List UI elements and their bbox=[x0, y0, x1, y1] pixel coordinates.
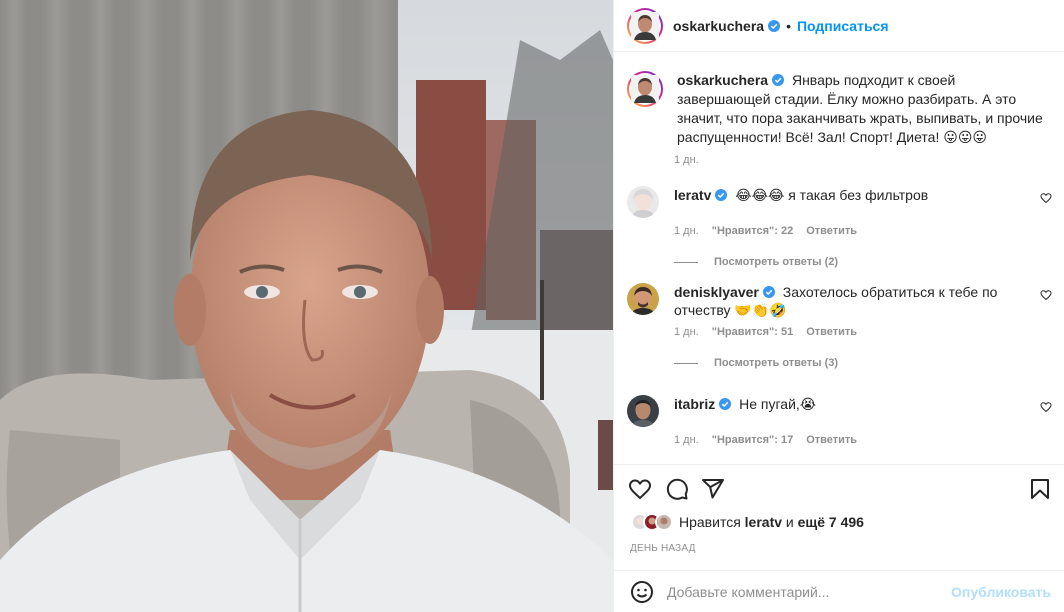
comment-like-count[interactable]: "Нравится": 51 bbox=[712, 326, 793, 338]
comment-avatar-image bbox=[627, 395, 659, 427]
comment-avatar-image bbox=[627, 186, 659, 218]
comment-avatar[interactable] bbox=[627, 283, 659, 315]
verified-badge-icon bbox=[762, 286, 775, 298]
comment-meta: 1 дн. "Нравится": 22 Ответить bbox=[674, 225, 1052, 237]
comment-like-heart-icon[interactable] bbox=[1040, 289, 1052, 301]
caption-username[interactable]: oskarkucherа bbox=[677, 72, 768, 88]
view-replies-button[interactable]: Посмотреть ответы (3) bbox=[674, 357, 1052, 369]
comment-meta: 1 дн. "Нравится": 51 Ответить bbox=[674, 326, 1052, 338]
comment-like-heart-icon[interactable] bbox=[1040, 401, 1052, 413]
liker-avatar bbox=[655, 513, 673, 531]
author-username[interactable]: oskarkucherа bbox=[673, 18, 764, 34]
selfie-image bbox=[0, 0, 613, 612]
likes-and: и bbox=[785, 514, 794, 530]
comment-time[interactable]: 1 дн. bbox=[674, 326, 699, 338]
separator-dot: • bbox=[786, 17, 791, 34]
caption-avatar-image bbox=[631, 75, 659, 103]
post-date[interactable]: ДЕНЬ НАЗАД bbox=[630, 543, 696, 554]
post-caption: oskarkucherа Январь подходит к своей зав… bbox=[627, 71, 1047, 166]
comment-icon bbox=[666, 478, 688, 500]
post-header: oskarkucherа • Подписаться bbox=[614, 0, 1064, 52]
comment-like-heart-icon[interactable] bbox=[1040, 192, 1052, 204]
caption-text-block: oskarkucherа Январь подходит к своей зав… bbox=[677, 71, 1043, 147]
publish-button[interactable]: Опубликовать bbox=[951, 584, 1051, 600]
comment-username[interactable]: itabriz bbox=[674, 396, 715, 412]
comment-like-count[interactable]: "Нравится": 17 bbox=[712, 434, 793, 446]
like-button[interactable] bbox=[628, 477, 652, 501]
comment-text: 😂😂😂 я такая без фильтров bbox=[735, 187, 929, 203]
comment-body: denisklyaver Захотелось обратиться к теб… bbox=[674, 283, 1014, 319]
comment-username[interactable]: denisklyaver bbox=[674, 284, 759, 300]
paper-plane-icon bbox=[702, 479, 724, 499]
author-avatar[interactable] bbox=[627, 7, 663, 44]
bookmark-icon bbox=[1031, 479, 1049, 499]
comment-avatar[interactable] bbox=[627, 186, 659, 218]
replies-divider-line bbox=[674, 362, 698, 364]
verified-badge-icon bbox=[768, 19, 781, 32]
view-replies-label: Посмотреть ответы (3) bbox=[714, 357, 839, 369]
liker-avatars bbox=[631, 513, 673, 531]
comment-text: Не пугай,😭 bbox=[739, 396, 817, 412]
comment-time[interactable]: 1 дн. bbox=[674, 225, 699, 237]
view-replies-label: Посмотреть ответы (2) bbox=[714, 256, 839, 268]
caption-avatar[interactable] bbox=[627, 71, 663, 107]
add-comment-bar: Опубликовать bbox=[614, 570, 1064, 612]
save-button[interactable] bbox=[1028, 477, 1052, 501]
reply-button[interactable]: Ответить bbox=[806, 326, 857, 338]
likes-prefix: Нравится bbox=[679, 514, 741, 530]
comment-username[interactable]: leratv bbox=[674, 187, 711, 203]
likes-summary[interactable]: Нравится leratv и ещё 7 496 bbox=[631, 513, 864, 531]
comment-button[interactable] bbox=[665, 477, 689, 501]
heart-icon bbox=[628, 479, 652, 500]
replies-divider-line bbox=[674, 261, 698, 263]
comment-body: itabriz Не пугай,😭 bbox=[674, 395, 1014, 427]
likes-count[interactable]: ещё 7 496 bbox=[798, 514, 864, 530]
instagram-post-modal: oskarkucherа • Подписаться oskarkucherа … bbox=[0, 0, 1064, 612]
post-side-panel: oskarkucherа • Подписаться oskarkucherа … bbox=[613, 0, 1064, 612]
comment-item: leratv 😂😂😂 я такая без фильтров 1 дн. "Н… bbox=[627, 186, 1052, 268]
author-avatar-image bbox=[631, 11, 659, 40]
follow-button[interactable]: Подписаться bbox=[797, 18, 889, 34]
caption-time[interactable]: 1 дн. bbox=[674, 154, 699, 166]
post-photo[interactable] bbox=[0, 0, 613, 612]
verified-badge-icon bbox=[772, 74, 785, 86]
verified-badge-icon bbox=[719, 398, 732, 410]
smiley-icon[interactable] bbox=[630, 580, 654, 604]
post-actions: Нравится leratv и ещё 7 496 ДЕНЬ НАЗАД bbox=[614, 464, 1064, 554]
comment-body: leratv 😂😂😂 я такая без фильтров bbox=[674, 186, 1014, 218]
view-replies-button[interactable]: Посмотреть ответы (2) bbox=[674, 256, 1052, 268]
likes-user[interactable]: leratv bbox=[745, 514, 782, 530]
comment-like-count[interactable]: "Нравится": 22 bbox=[712, 225, 793, 237]
reply-button[interactable]: Ответить bbox=[806, 225, 857, 237]
comment-item: denisklyaver Захотелось обратиться к теб… bbox=[627, 283, 1052, 369]
comment-meta: 1 дн. "Нравится": 17 Ответить bbox=[674, 434, 1052, 446]
comment-input[interactable] bbox=[667, 583, 957, 600]
comment-avatar-image bbox=[627, 283, 659, 315]
comment-time[interactable]: 1 дн. bbox=[674, 434, 699, 446]
verified-badge-icon bbox=[715, 189, 728, 201]
comment-avatar[interactable] bbox=[627, 395, 659, 427]
share-button[interactable] bbox=[701, 477, 725, 501]
comment-item: itabriz Не пугай,😭 1 дн. "Нравится": 17 … bbox=[627, 395, 1052, 446]
reply-button[interactable]: Ответить bbox=[806, 434, 857, 446]
comments-list[interactable]: oskarkucherа Январь подходит к своей зав… bbox=[614, 53, 1064, 464]
